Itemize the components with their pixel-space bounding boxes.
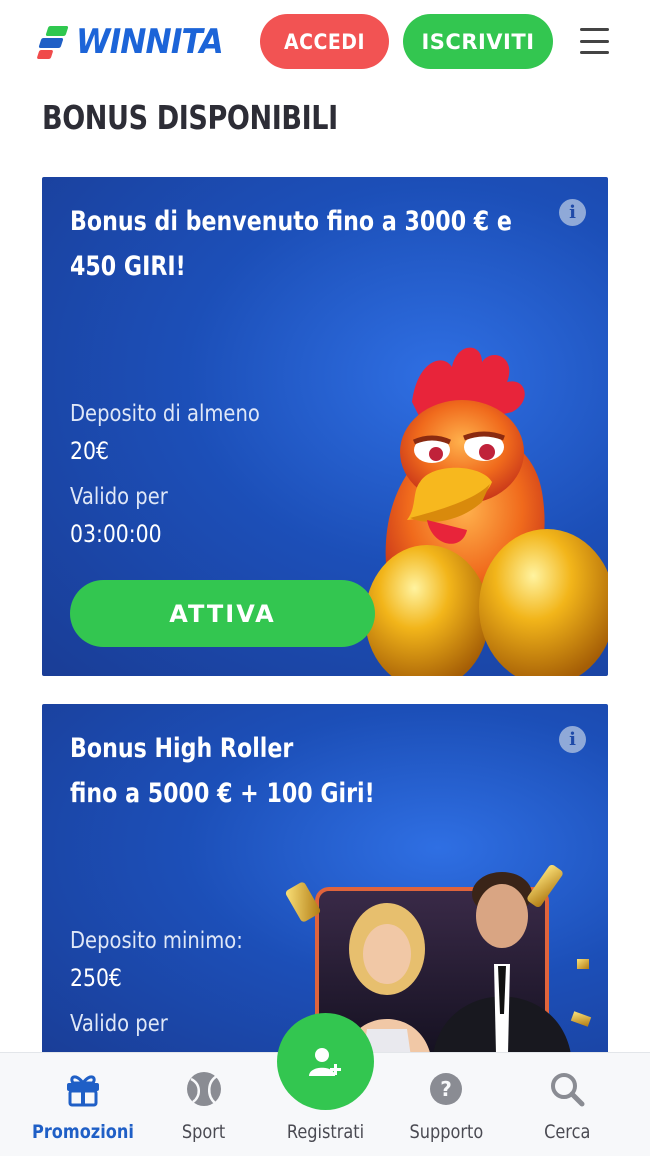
- search-icon: [547, 1069, 587, 1109]
- activate-bonus-button[interactable]: ATTIVA: [70, 580, 375, 647]
- bonus-title: Bonus di benvenuto fino a 3000 € e 450 G…: [70, 199, 512, 289]
- nav-label: Supporto: [409, 1121, 483, 1143]
- bonus-title-line: Bonus High Roller: [70, 733, 294, 764]
- bonus-card-welcome: Bonus di benvenuto fino a 3000 € e 450 G…: [42, 177, 608, 676]
- rooster-illustration: [365, 347, 608, 676]
- hamburger-menu-icon[interactable]: [580, 28, 609, 54]
- page: WINNITA ACCEDI ISCRIVITI BONUS DISPONIBI…: [0, 0, 650, 1156]
- nav-label: Sport: [182, 1121, 226, 1143]
- deposit-label: Deposito minimo:: [70, 928, 243, 954]
- logo-text: WINNITA: [76, 22, 224, 62]
- login-button[interactable]: ACCEDI: [260, 14, 389, 69]
- bonus-title: Bonus High Roller fino a 5000 € + 100 Gi…: [70, 726, 423, 816]
- nav-item-promozioni[interactable]: Promozioni: [23, 1053, 143, 1156]
- header: WINNITA ACCEDI ISCRIVITI: [0, 0, 650, 84]
- info-icon[interactable]: i: [559, 199, 586, 226]
- valid-label: Valido per: [70, 484, 168, 510]
- ball-icon: [184, 1069, 224, 1109]
- deposit-value: 250€: [70, 964, 122, 992]
- deposit-value: 20€: [70, 437, 109, 465]
- info-icon[interactable]: i: [559, 726, 586, 753]
- bonus-title-line: fino a 5000 € + 100 Giri!: [70, 778, 375, 809]
- page-title: BONUS DISPONIBILI: [42, 98, 338, 137]
- nav-item-cerca[interactable]: Cerca: [507, 1053, 627, 1156]
- valid-label: Valido per: [70, 1011, 168, 1037]
- nav-item-supporto[interactable]: ? Supporto: [386, 1053, 506, 1156]
- nav-label: Cerca: [543, 1121, 591, 1143]
- nav-item-sport[interactable]: Sport: [144, 1053, 264, 1156]
- add-user-icon: [308, 1047, 341, 1076]
- signup-button[interactable]: ISCRIVITI: [403, 14, 553, 69]
- bonus-card-high-roller: Bonus High Roller fino a 5000 € + 100 Gi…: [42, 704, 608, 1064]
- valid-value: 03:00:00: [70, 520, 162, 548]
- register-fab[interactable]: [277, 1013, 374, 1110]
- bonus-title-line: 450 GIRI!: [70, 251, 186, 282]
- nav-label: Promozioni: [32, 1121, 134, 1143]
- help-icon: ?: [426, 1069, 466, 1109]
- bonus-title-line: Bonus di benvenuto fino a 3000 € e: [70, 206, 512, 237]
- svg-text:?: ?: [440, 1077, 452, 1101]
- logo[interactable]: WINNITA: [36, 22, 236, 62]
- nav-label: Registrati: [286, 1121, 364, 1143]
- deposit-label: Deposito di almeno: [70, 401, 260, 427]
- gift-icon: [63, 1069, 103, 1109]
- logo-mark-icon: [36, 24, 70, 60]
